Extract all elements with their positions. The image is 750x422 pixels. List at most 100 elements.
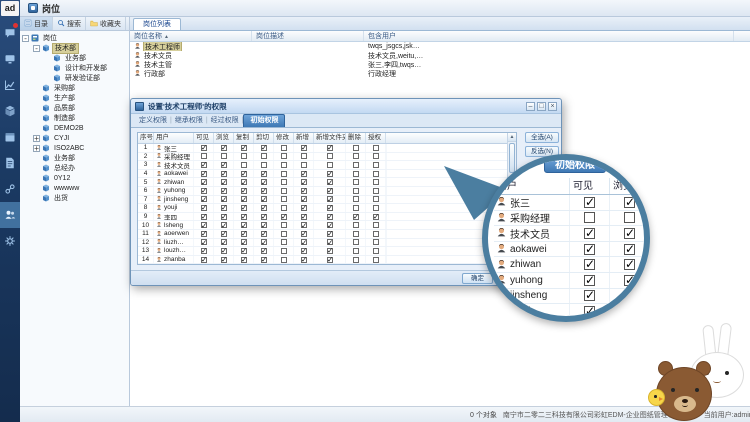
permission-checkbox[interactable] <box>201 248 207 254</box>
permission-checkbox[interactable] <box>353 205 359 211</box>
tab-position-list[interactable]: 岗位列表 <box>133 18 181 30</box>
permission-checkbox[interactable] <box>373 231 379 237</box>
tree-node[interactable]: 设计和开发部 <box>20 63 129 73</box>
dialog-tab[interactable]: 继承权限 <box>172 115 206 127</box>
permission-checkbox[interactable] <box>301 239 307 245</box>
permission-checkbox[interactable] <box>261 214 267 220</box>
permission-checkbox[interactable] <box>353 171 359 177</box>
permission-checkbox[interactable] <box>327 248 333 254</box>
permission-checkbox[interactable] <box>201 214 207 220</box>
perm-column-header[interactable]: 修改 <box>274 133 294 143</box>
permission-checkbox[interactable] <box>201 171 207 177</box>
users-icon[interactable] <box>0 202 20 228</box>
settings-icon[interactable] <box>0 228 20 254</box>
collapse-icon[interactable]: - <box>33 45 40 52</box>
document-icon[interactable] <box>0 150 20 176</box>
permission-checkbox[interactable] <box>241 179 247 185</box>
message-icon[interactable] <box>0 20 20 46</box>
permission-checkbox[interactable] <box>301 153 307 159</box>
permission-checkbox[interactable] <box>241 222 247 228</box>
permission-checkbox[interactable] <box>261 171 267 177</box>
cube-icon[interactable] <box>0 98 20 124</box>
permission-row[interactable]: 12 liuzh… <box>138 239 516 248</box>
scroll-up-icon[interactable]: ▲ <box>508 133 516 142</box>
permission-checkbox[interactable] <box>327 239 333 245</box>
permission-checkbox[interactable] <box>281 231 287 237</box>
permission-checkbox[interactable] <box>221 248 227 254</box>
permission-checkbox[interactable] <box>353 222 359 228</box>
permission-checkbox[interactable] <box>201 153 207 159</box>
permission-checkbox[interactable] <box>327 179 333 185</box>
perm-column-header[interactable]: 授权 <box>366 133 386 143</box>
permission-checkbox[interactable] <box>327 162 333 168</box>
permission-checkbox[interactable] <box>281 214 287 220</box>
permission-checkbox[interactable] <box>221 188 227 194</box>
permission-checkbox[interactable] <box>301 196 307 202</box>
permission-checkbox[interactable] <box>221 179 227 185</box>
permission-checkbox[interactable] <box>241 171 247 177</box>
permission-checkbox[interactable] <box>353 239 359 245</box>
permission-checkbox[interactable] <box>241 196 247 202</box>
link-icon[interactable] <box>0 176 20 202</box>
permission-checkbox[interactable] <box>281 188 287 194</box>
chart-icon[interactable] <box>0 72 20 98</box>
permission-checkbox[interactable] <box>301 231 307 237</box>
select-all-button[interactable]: 全选(A) <box>525 132 559 143</box>
permission-checkbox[interactable] <box>201 188 207 194</box>
permission-checkbox[interactable] <box>241 145 247 151</box>
permission-checkbox[interactable] <box>281 248 287 254</box>
permission-checkbox[interactable] <box>327 257 333 263</box>
permission-checkbox[interactable] <box>373 239 379 245</box>
tab-initial-permissions[interactable]: 初始权限 <box>243 114 285 127</box>
permission-row[interactable]: 11 aoerwen <box>138 230 516 239</box>
permission-checkbox[interactable] <box>241 153 247 159</box>
permission-checkbox[interactable] <box>301 257 307 263</box>
permission-checkbox[interactable] <box>281 222 287 228</box>
permission-checkbox[interactable] <box>327 214 333 220</box>
permission-checkbox[interactable] <box>281 205 287 211</box>
permission-checkbox[interactable] <box>221 153 227 159</box>
permission-checkbox[interactable] <box>221 257 227 263</box>
permission-checkbox[interactable] <box>221 205 227 211</box>
permission-checkbox[interactable] <box>201 145 207 151</box>
tree-node[interactable]: 品质部 <box>20 103 129 113</box>
permission-checkbox[interactable] <box>261 196 267 202</box>
expand-icon[interactable]: + <box>33 145 40 152</box>
permission-checkbox[interactable] <box>201 231 207 237</box>
permission-checkbox[interactable] <box>373 205 379 211</box>
permission-checkbox[interactable] <box>221 196 227 202</box>
perm-column-header[interactable]: 剪切 <box>254 133 274 143</box>
permission-checkbox[interactable] <box>221 145 227 151</box>
permission-checkbox[interactable] <box>221 222 227 228</box>
tree-node[interactable]: 出货 <box>20 193 129 203</box>
column-header[interactable]: 包含用户 <box>364 31 734 41</box>
permission-checkbox[interactable] <box>281 196 287 202</box>
permission-checkbox[interactable] <box>281 179 287 185</box>
permission-checkbox[interactable] <box>353 153 359 159</box>
permission-checkbox[interactable] <box>261 231 267 237</box>
tree-node[interactable]: +ISO2ABC <box>20 143 129 153</box>
ok-button[interactable]: 确定 <box>462 273 493 284</box>
permission-checkbox[interactable] <box>301 179 307 185</box>
permission-checkbox[interactable] <box>261 145 267 151</box>
permission-checkbox[interactable] <box>201 162 207 168</box>
perm-column-header[interactable]: 删除 <box>346 133 366 143</box>
perm-column-header[interactable]: 可见 <box>194 133 214 143</box>
permission-checkbox[interactable] <box>373 196 379 202</box>
tree-node[interactable]: 0Y12 <box>20 173 129 183</box>
column-header[interactable]: 岗位描述 <box>252 31 364 41</box>
tree-node[interactable]: 采购部 <box>20 83 129 93</box>
permission-checkbox[interactable] <box>301 205 307 211</box>
permission-checkbox[interactable] <box>327 222 333 228</box>
permission-checkbox[interactable] <box>327 196 333 202</box>
explorer-tab-search[interactable]: 搜索 <box>53 17 86 30</box>
permission-checkbox[interactable] <box>281 171 287 177</box>
permission-checkbox[interactable] <box>373 162 379 168</box>
permission-checkbox[interactable] <box>327 145 333 151</box>
permission-row[interactable]: 14 zhanba <box>138 256 516 265</box>
tree-node[interactable]: wwwww <box>20 183 129 193</box>
perm-column-header[interactable]: 浏览 <box>214 133 234 143</box>
permission-checkbox[interactable] <box>353 231 359 237</box>
permission-checkbox[interactable] <box>373 188 379 194</box>
permission-checkbox[interactable] <box>327 171 333 177</box>
